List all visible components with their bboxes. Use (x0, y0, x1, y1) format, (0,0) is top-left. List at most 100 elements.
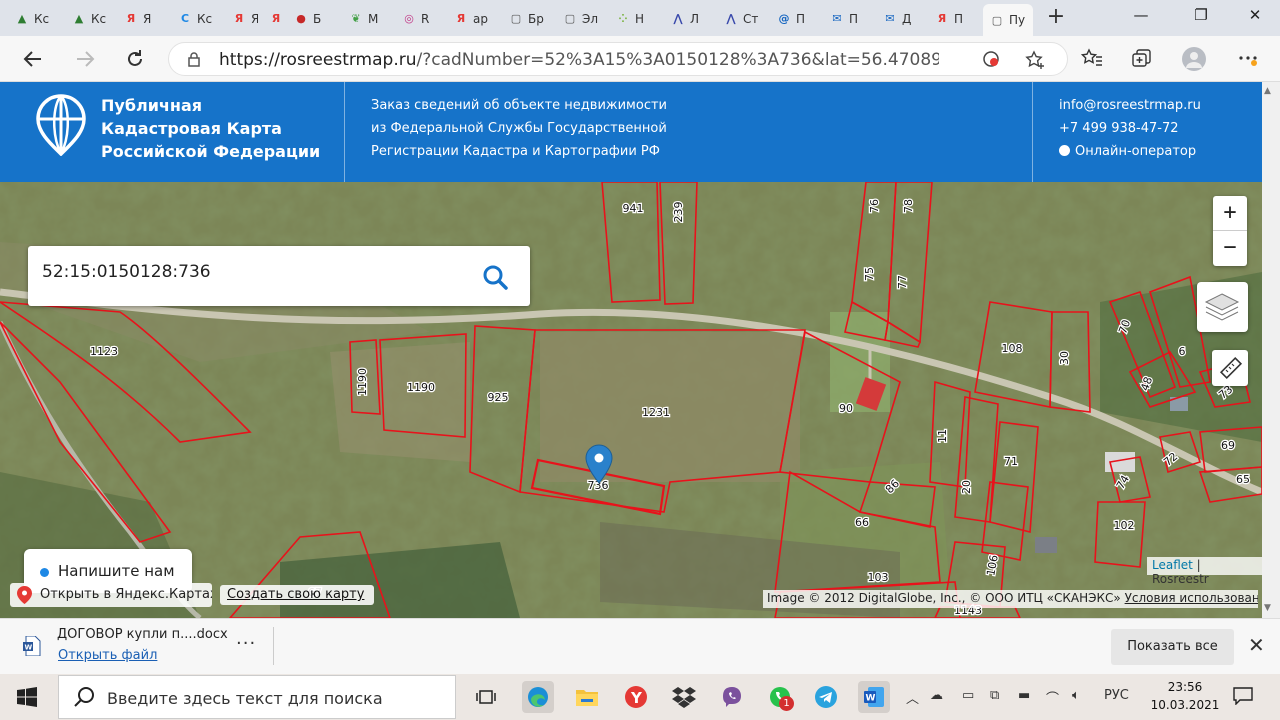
browser-tab[interactable]: ▲ Кс (8, 5, 60, 32)
parcel-label[interactable]: 90 (838, 401, 855, 417)
add-favorite-icon[interactable] (1025, 50, 1045, 70)
battery-icon[interactable]: ▬ (1018, 688, 1030, 703)
parcel-label[interactable]: 72 (1160, 449, 1182, 470)
parcel-label[interactable]: 106 (983, 553, 1002, 578)
input-language-indicator[interactable]: РУС (1104, 688, 1129, 703)
parcel-label[interactable]: 74 (1113, 472, 1134, 493)
browser-tab[interactable]: ▢ Бр (502, 5, 552, 32)
browser-tab[interactable]: ◎ R (395, 5, 443, 32)
close-download-bar-icon[interactable]: ✕ (1248, 633, 1265, 657)
parcel-label[interactable]: 78 (901, 198, 917, 215)
show-all-downloads-button[interactable]: Показать все (1111, 629, 1234, 665)
browser-tab[interactable]: ⋀ Л (664, 5, 714, 32)
browser-tab[interactable]: ✉ Д (876, 5, 926, 32)
page-scrollbar[interactable] (1262, 82, 1280, 618)
browser-tab[interactable]: ✉ П (823, 5, 873, 32)
browser-tab[interactable]: Як (262, 5, 284, 32)
zoom-in-button[interactable]: + (1213, 196, 1247, 231)
parcel-label[interactable]: 1190 (355, 367, 371, 398)
wifi-icon[interactable]: ⌒ (1046, 688, 1059, 707)
parcel-label[interactable]: 70 (1115, 317, 1135, 337)
browser-tab[interactable]: ❦ М (342, 5, 392, 32)
parcel-label[interactable]: 108 (1000, 341, 1024, 357)
terms-of-use-link[interactable]: Условия использования (1125, 591, 1258, 605)
location-pin-icon[interactable] (585, 444, 613, 484)
parcel-label[interactable]: 69 (1220, 438, 1237, 454)
yandex-browser-icon[interactable]: Y (620, 681, 652, 713)
minimize-button[interactable]: — (1118, 6, 1164, 28)
telegram-icon[interactable] (810, 681, 842, 713)
parcel-label[interactable]: 48 (1137, 374, 1157, 394)
new-tab-button[interactable]: + (1044, 6, 1068, 30)
viber-icon[interactable] (716, 681, 748, 713)
search-icon[interactable] (480, 262, 510, 292)
window-close-button[interactable]: ✕ (1232, 6, 1278, 28)
browser-tab[interactable]: Яар (447, 5, 497, 32)
scroll-up-arrow-icon[interactable]: ▲ (1264, 86, 1271, 96)
shield-globe-logo-icon[interactable] (36, 94, 86, 156)
browser-tab[interactable]: ЯП (928, 5, 978, 32)
notifications-icon[interactable] (1233, 687, 1253, 705)
network-vpn-icon[interactable]: ⧉ (990, 688, 999, 703)
system-clock[interactable]: 23:56 10.03.2021 (1145, 678, 1225, 714)
parcel-label[interactable]: 1231 (641, 405, 672, 421)
tracking-prevention-icon[interactable] (981, 50, 1001, 70)
browser-tab[interactable]: ЯЯ (225, 5, 258, 32)
onedrive-cloud-icon[interactable]: ☁ (930, 688, 943, 703)
zoom-out-button[interactable]: − (1213, 231, 1247, 266)
browser-tab[interactable]: ЯЯ (117, 5, 167, 32)
parcel-label[interactable]: 1123 (89, 344, 120, 360)
parcel-label[interactable]: 239 (671, 200, 687, 224)
parcel-label[interactable]: 66 (854, 515, 871, 531)
open-file-link[interactable]: Открыть файл (58, 648, 157, 663)
browser-tab[interactable]: ● Б (287, 5, 337, 32)
scroll-down-arrow-icon[interactable]: ▼ (1264, 603, 1271, 613)
online-operator-link[interactable]: Онлайн-оператор (1059, 140, 1201, 163)
parcel-label[interactable]: 77 (895, 274, 911, 291)
contact-email[interactable]: info@rosreestrmap.ru (1059, 94, 1201, 117)
settings-menu-icon[interactable] (1236, 48, 1260, 70)
cadastral-number-input[interactable] (42, 262, 462, 282)
favorites-icon[interactable] (1080, 48, 1104, 70)
browser-tab[interactable]: ⋀ Ст (717, 5, 767, 32)
create-map-link[interactable]: Создать свою карту (220, 585, 374, 605)
browser-tab[interactable]: C Кс (171, 5, 221, 32)
task-view-icon[interactable] (470, 681, 502, 713)
parcel-label[interactable]: 102 (1112, 518, 1136, 534)
parcel-label[interactable]: 103 (866, 570, 890, 586)
parcel-label[interactable]: 925 (486, 390, 510, 406)
parcel-label[interactable]: 75 (862, 266, 878, 283)
parcel-label[interactable]: 65 (1235, 472, 1252, 488)
download-more-icon[interactable]: ··· (236, 633, 256, 654)
parcel-label[interactable]: 20 (959, 479, 975, 496)
restore-button[interactable]: ❐ (1178, 6, 1224, 28)
parcel-label[interactable]: 941 (621, 201, 645, 217)
parcel-label[interactable]: 11 (935, 428, 951, 445)
contact-phone[interactable]: +7 499 938-47-72 (1059, 117, 1201, 140)
dropbox-icon[interactable] (668, 681, 700, 713)
edge-browser-icon[interactable] (522, 681, 554, 713)
microsoft-word-icon[interactable]: W (858, 681, 890, 713)
browser-tab[interactable]: @ П (770, 5, 820, 32)
browser-tab[interactable]: ▲ Кс (65, 5, 113, 32)
forward-button[interactable] (70, 44, 100, 74)
parcel-label[interactable]: 1190 (406, 380, 437, 396)
browser-tab[interactable]: ▢ Эл (556, 5, 606, 32)
site-title[interactable]: Публичная Кадастровая Карта Российской Ф… (101, 94, 331, 163)
file-explorer-icon[interactable] (571, 681, 603, 713)
show-hidden-icons-chevron-up-icon[interactable]: ︿ (906, 688, 919, 707)
back-button[interactable] (18, 44, 48, 74)
leaflet-link[interactable]: Leaflet (1152, 558, 1193, 572)
download-file-name[interactable]: ДОГОВОР купли п....docx (57, 627, 228, 642)
parcel-label[interactable]: 71 (1003, 454, 1020, 470)
meet-now-camera-icon[interactable]: ▭ (962, 688, 974, 703)
parcel-label[interactable]: 30 (1057, 350, 1073, 367)
reload-button[interactable] (120, 44, 150, 74)
parcel-label[interactable]: 76 (867, 198, 883, 215)
layers-button[interactable] (1197, 282, 1248, 332)
cadastral-map[interactable]: 941 239 76 78 75 77 1123 1190 1190 925 1231 736 90 10… (0, 182, 1262, 618)
collections-icon[interactable] (1130, 48, 1154, 70)
open-in-yandex-maps-link[interactable]: Открыть в Яндекс.Картах (10, 583, 212, 607)
browser-tab[interactable]: ⁘ Н (609, 5, 659, 32)
address-bar[interactable]: https://rosreestrmap.ru/?cadNumber=52%3A… (168, 42, 1068, 76)
